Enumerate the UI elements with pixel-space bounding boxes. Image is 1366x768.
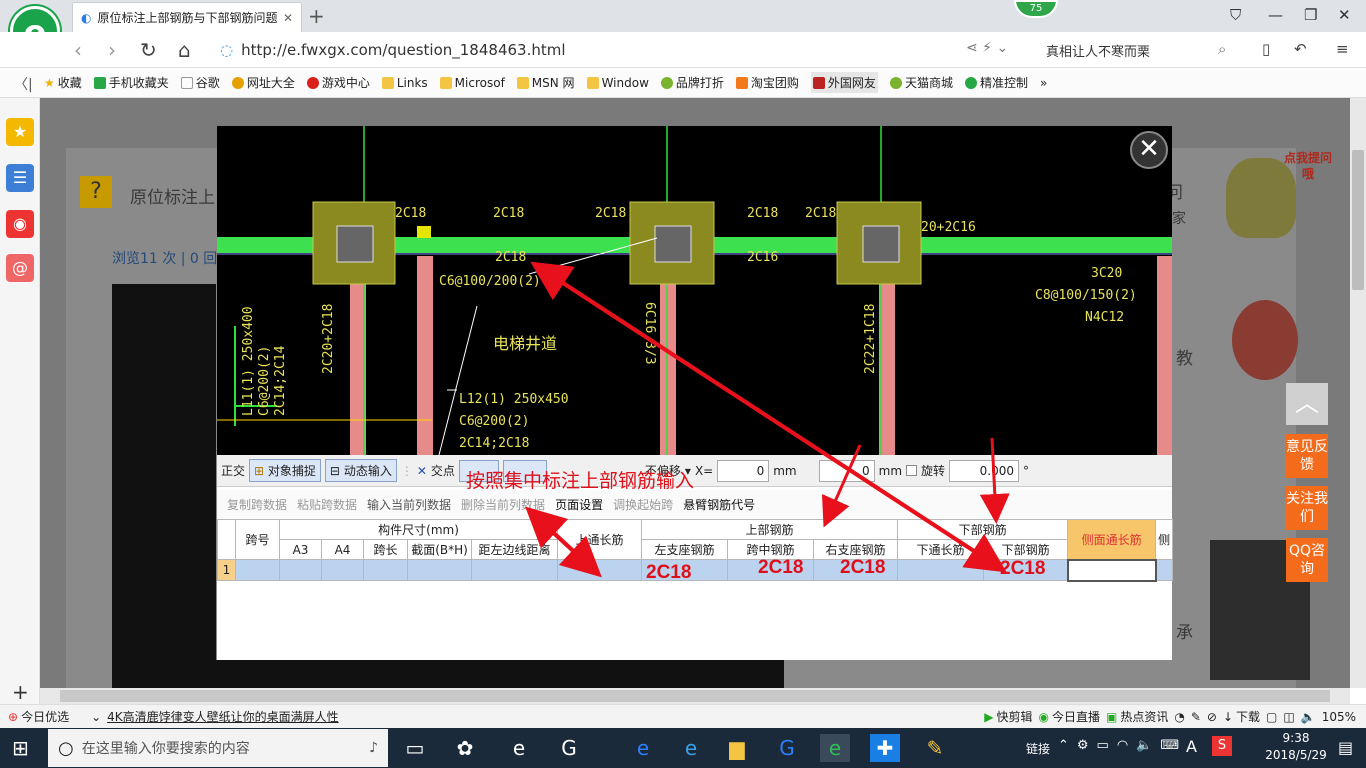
notification-center-icon[interactable]: ▤ — [1338, 738, 1353, 757]
notes-icon[interactable]: ✎ — [920, 734, 950, 762]
annotation-value: 2C18 — [1000, 558, 1046, 579]
loop-icon[interactable]: G — [554, 734, 584, 762]
zoom-control[interactable]: 105% — [1322, 710, 1356, 724]
qq-consult-button[interactable]: QQ咨询 — [1286, 538, 1328, 582]
edge-icon[interactable]: e — [628, 734, 658, 762]
video-icon: ▶ — [984, 709, 994, 724]
repair-icon[interactable]: ✎ — [1191, 710, 1201, 724]
fan-icon[interactable]: ✿ — [450, 734, 480, 762]
today-picks[interactable]: ⊕ 今日优选 — [8, 708, 69, 725]
annotation-main: 按照集中标注上部钢筋输入 — [466, 470, 695, 492]
taskbar-search-input[interactable]: ○ 在这里输入你要搜索的内容 ♪ — [48, 729, 388, 767]
gift-icon: ⊕ — [8, 709, 19, 724]
sogou-icon[interactable]: S — [1212, 736, 1232, 756]
tool-icon[interactable]: ✚ — [870, 734, 900, 762]
tray-link[interactable]: 链接 — [1026, 740, 1050, 757]
window-icon[interactable]: ▢ — [1266, 710, 1277, 724]
live-button[interactable]: ◉ 今日直播 — [1039, 708, 1101, 725]
speed-icon[interactable]: ◔ — [1174, 710, 1184, 724]
kuaijianji-button[interactable]: ▶ 快剪辑 — [984, 708, 1032, 725]
windows-start-icon[interactable]: ⊞ — [12, 736, 29, 760]
browser-status-bar: ⊕ 今日优选 ⌄ 4K高清鹿饽律变人壁纸让你的桌面满屏人性 ▶ 快剪辑 ◉ 今日直播 … — [0, 704, 1366, 728]
edge-e-icon[interactable]: e — [504, 734, 534, 762]
news-link[interactable]: 4K高清鹿饽律变人壁纸让你的桌面满屏人性 — [107, 708, 339, 725]
microphone-icon[interactable]: ♪ — [369, 740, 378, 756]
annotation-value: 2C18 — [840, 557, 886, 578]
chevron-down-icon[interactable]: ⌄ — [91, 710, 101, 724]
sound-icon[interactable]: 🔈 — [1301, 710, 1316, 724]
follow-us-button[interactable]: 关注我们 — [1286, 486, 1328, 530]
task-view-icon[interactable]: ▭ — [400, 734, 430, 762]
play-icon: ◉ — [1038, 709, 1049, 724]
annotation-arrows — [525, 261, 1010, 578]
annotation-value: 2C18 — [646, 562, 692, 583]
download-icon: ↓ — [1222, 709, 1234, 724]
download-button[interactable]: ↓ 下载 — [1223, 708, 1260, 725]
taskbar-clock[interactable]: 9:38 2018/5/29 — [1256, 730, 1336, 764]
glodon-icon[interactable]: G — [772, 734, 802, 762]
news-icon: ▣ — [1106, 709, 1118, 724]
ime-indicator[interactable]: A — [1186, 737, 1197, 756]
mute-icon[interactable]: ⊘ — [1207, 710, 1217, 724]
feedback-button[interactable]: 意见反馈 — [1286, 434, 1328, 478]
ie-icon[interactable]: e — [676, 734, 706, 762]
explorer-icon[interactable]: ▆ — [722, 734, 752, 762]
tray-icons[interactable]: ⌃⚙▭◠🔈⌨ — [1058, 738, 1187, 753]
cortana-icon: ○ — [58, 737, 74, 759]
browser360-icon[interactable]: e — [820, 734, 850, 762]
device-icon[interactable]: ◫ — [1283, 710, 1294, 724]
annotation-value: 2C18 — [758, 557, 804, 578]
back-to-top-icon[interactable]: ︿ — [1286, 383, 1328, 425]
hot-news-button[interactable]: ▣ 热点资讯 — [1106, 708, 1168, 725]
